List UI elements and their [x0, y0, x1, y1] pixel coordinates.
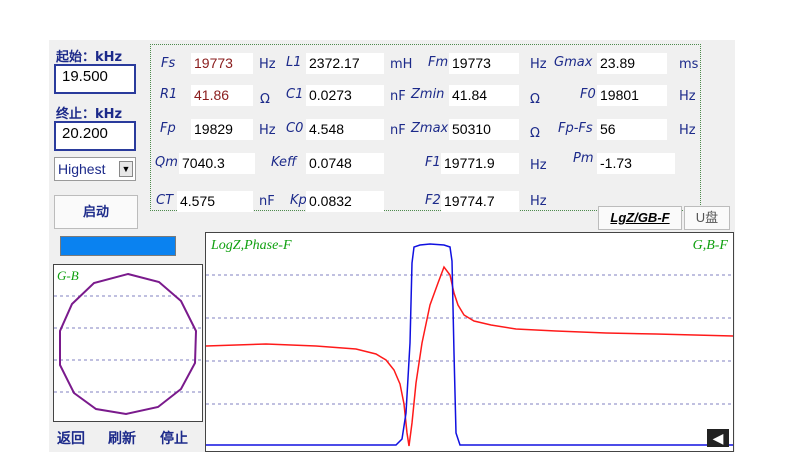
param-f0-unit: Hz: [679, 89, 696, 104]
param-l1-value: 2372.17: [306, 53, 384, 74]
param-zmin-value: 41.84: [449, 85, 519, 106]
param-gmax-label: Gmax: [554, 55, 593, 70]
param-f1-unit: Hz: [530, 158, 547, 173]
param-zmin-unit: Ω: [530, 92, 540, 107]
mode-select-value: Highest: [58, 161, 106, 177]
param-fp-label: Fp: [160, 121, 176, 136]
param-qm-value: 7040.3: [179, 153, 255, 174]
start-button[interactable]: 启动: [54, 195, 138, 229]
phase-trace: [206, 265, 733, 447]
param-f0-value: 19801: [597, 85, 667, 106]
param-qm-label: Qm: [155, 155, 178, 170]
param-fs-unit: Hz: [259, 57, 276, 72]
param-fm-label: Fm: [428, 55, 449, 70]
param-f1-label: F1: [425, 155, 441, 170]
param-ct-label: CT: [156, 193, 174, 208]
param-fs-value: 19773: [191, 53, 253, 74]
back-button[interactable]: 返回: [57, 428, 85, 448]
param-pm-value: -1.73: [597, 153, 675, 174]
gb-admittance-circle: [59, 272, 198, 416]
progress-bar: [60, 236, 176, 256]
param-c1-label: C1: [286, 87, 304, 102]
param-r1-label: R1: [160, 87, 178, 102]
stop-button[interactable]: 停止: [160, 428, 188, 448]
main-chart-left-label: LogZ,Phase-F: [211, 238, 292, 253]
param-r1-unit: Ω: [260, 92, 270, 107]
param-f2-label: F2: [425, 193, 441, 208]
main-chart-right-label: G,B-F: [692, 238, 728, 253]
param-ct-unit: nF: [259, 194, 275, 209]
param-ct-value: 4.575: [177, 191, 253, 212]
param-fpfs-unit: Hz: [679, 123, 696, 138]
start-freq-input[interactable]: 19.500: [54, 64, 136, 94]
param-fpfs-value: 56: [597, 119, 667, 140]
lgz-gbf-button[interactable]: LgZ/GB-F: [598, 206, 682, 230]
usb-button[interactable]: U盘: [684, 206, 730, 230]
param-fm-value: 19773: [449, 53, 519, 74]
refresh-button[interactable]: 刷新: [108, 428, 136, 448]
chevron-down-icon[interactable]: ▼: [119, 161, 133, 177]
gb-circle-chart: G-B: [53, 264, 203, 422]
param-l1-label: L1: [286, 55, 302, 70]
param-gmax-value: 23.89: [597, 53, 667, 74]
param-f0-label: F0: [580, 87, 596, 102]
param-fs-label: Fs: [161, 56, 176, 71]
param-fp-unit: Hz: [259, 123, 276, 138]
param-keff-value: 0.0748: [306, 153, 384, 174]
param-fm-unit: Hz: [530, 57, 547, 72]
param-c0-label: C0: [286, 121, 304, 136]
param-kp-label: Kp: [290, 193, 307, 208]
mode-select[interactable]: Highest ▼: [54, 157, 136, 181]
param-gmax-unit: ms: [679, 57, 699, 72]
param-zmin-label: Zmin: [411, 87, 445, 102]
impedance-phase-chart: LogZ,Phase-F G,B-F ◀: [205, 232, 734, 452]
param-f1-value: 19771.9: [441, 153, 519, 174]
param-zmax-value: 50310: [449, 119, 519, 140]
param-c0-unit: nF: [390, 123, 406, 138]
param-c1-unit: nF: [390, 89, 406, 104]
param-l1-unit: mH: [390, 57, 413, 72]
stop-freq-input[interactable]: 20.200: [54, 121, 136, 151]
param-c0-value: 4.548: [306, 119, 384, 140]
param-fp-value: 19829: [191, 119, 253, 140]
param-kp-value: 0.0832: [306, 191, 384, 212]
param-keff-label: Keff: [271, 155, 297, 170]
param-c1-value: 0.0273: [306, 85, 384, 106]
param-r1-value: 41.86: [191, 85, 253, 106]
start-freq-label: 起始：kHz: [56, 50, 123, 65]
param-pm-label: Pm: [573, 151, 594, 166]
back-arrow-icon[interactable]: ◀: [707, 429, 729, 447]
param-zmax-unit: Ω: [530, 126, 540, 141]
param-f2-value: 19774.7: [441, 191, 519, 212]
param-f2-unit: Hz: [530, 194, 547, 209]
param-zmax-label: Zmax: [411, 121, 449, 136]
stop-freq-label: 终止：kHz: [56, 107, 123, 122]
gb-chart-label: G-B: [57, 268, 79, 283]
param-fpfs-label: Fp-Fs: [558, 121, 593, 136]
